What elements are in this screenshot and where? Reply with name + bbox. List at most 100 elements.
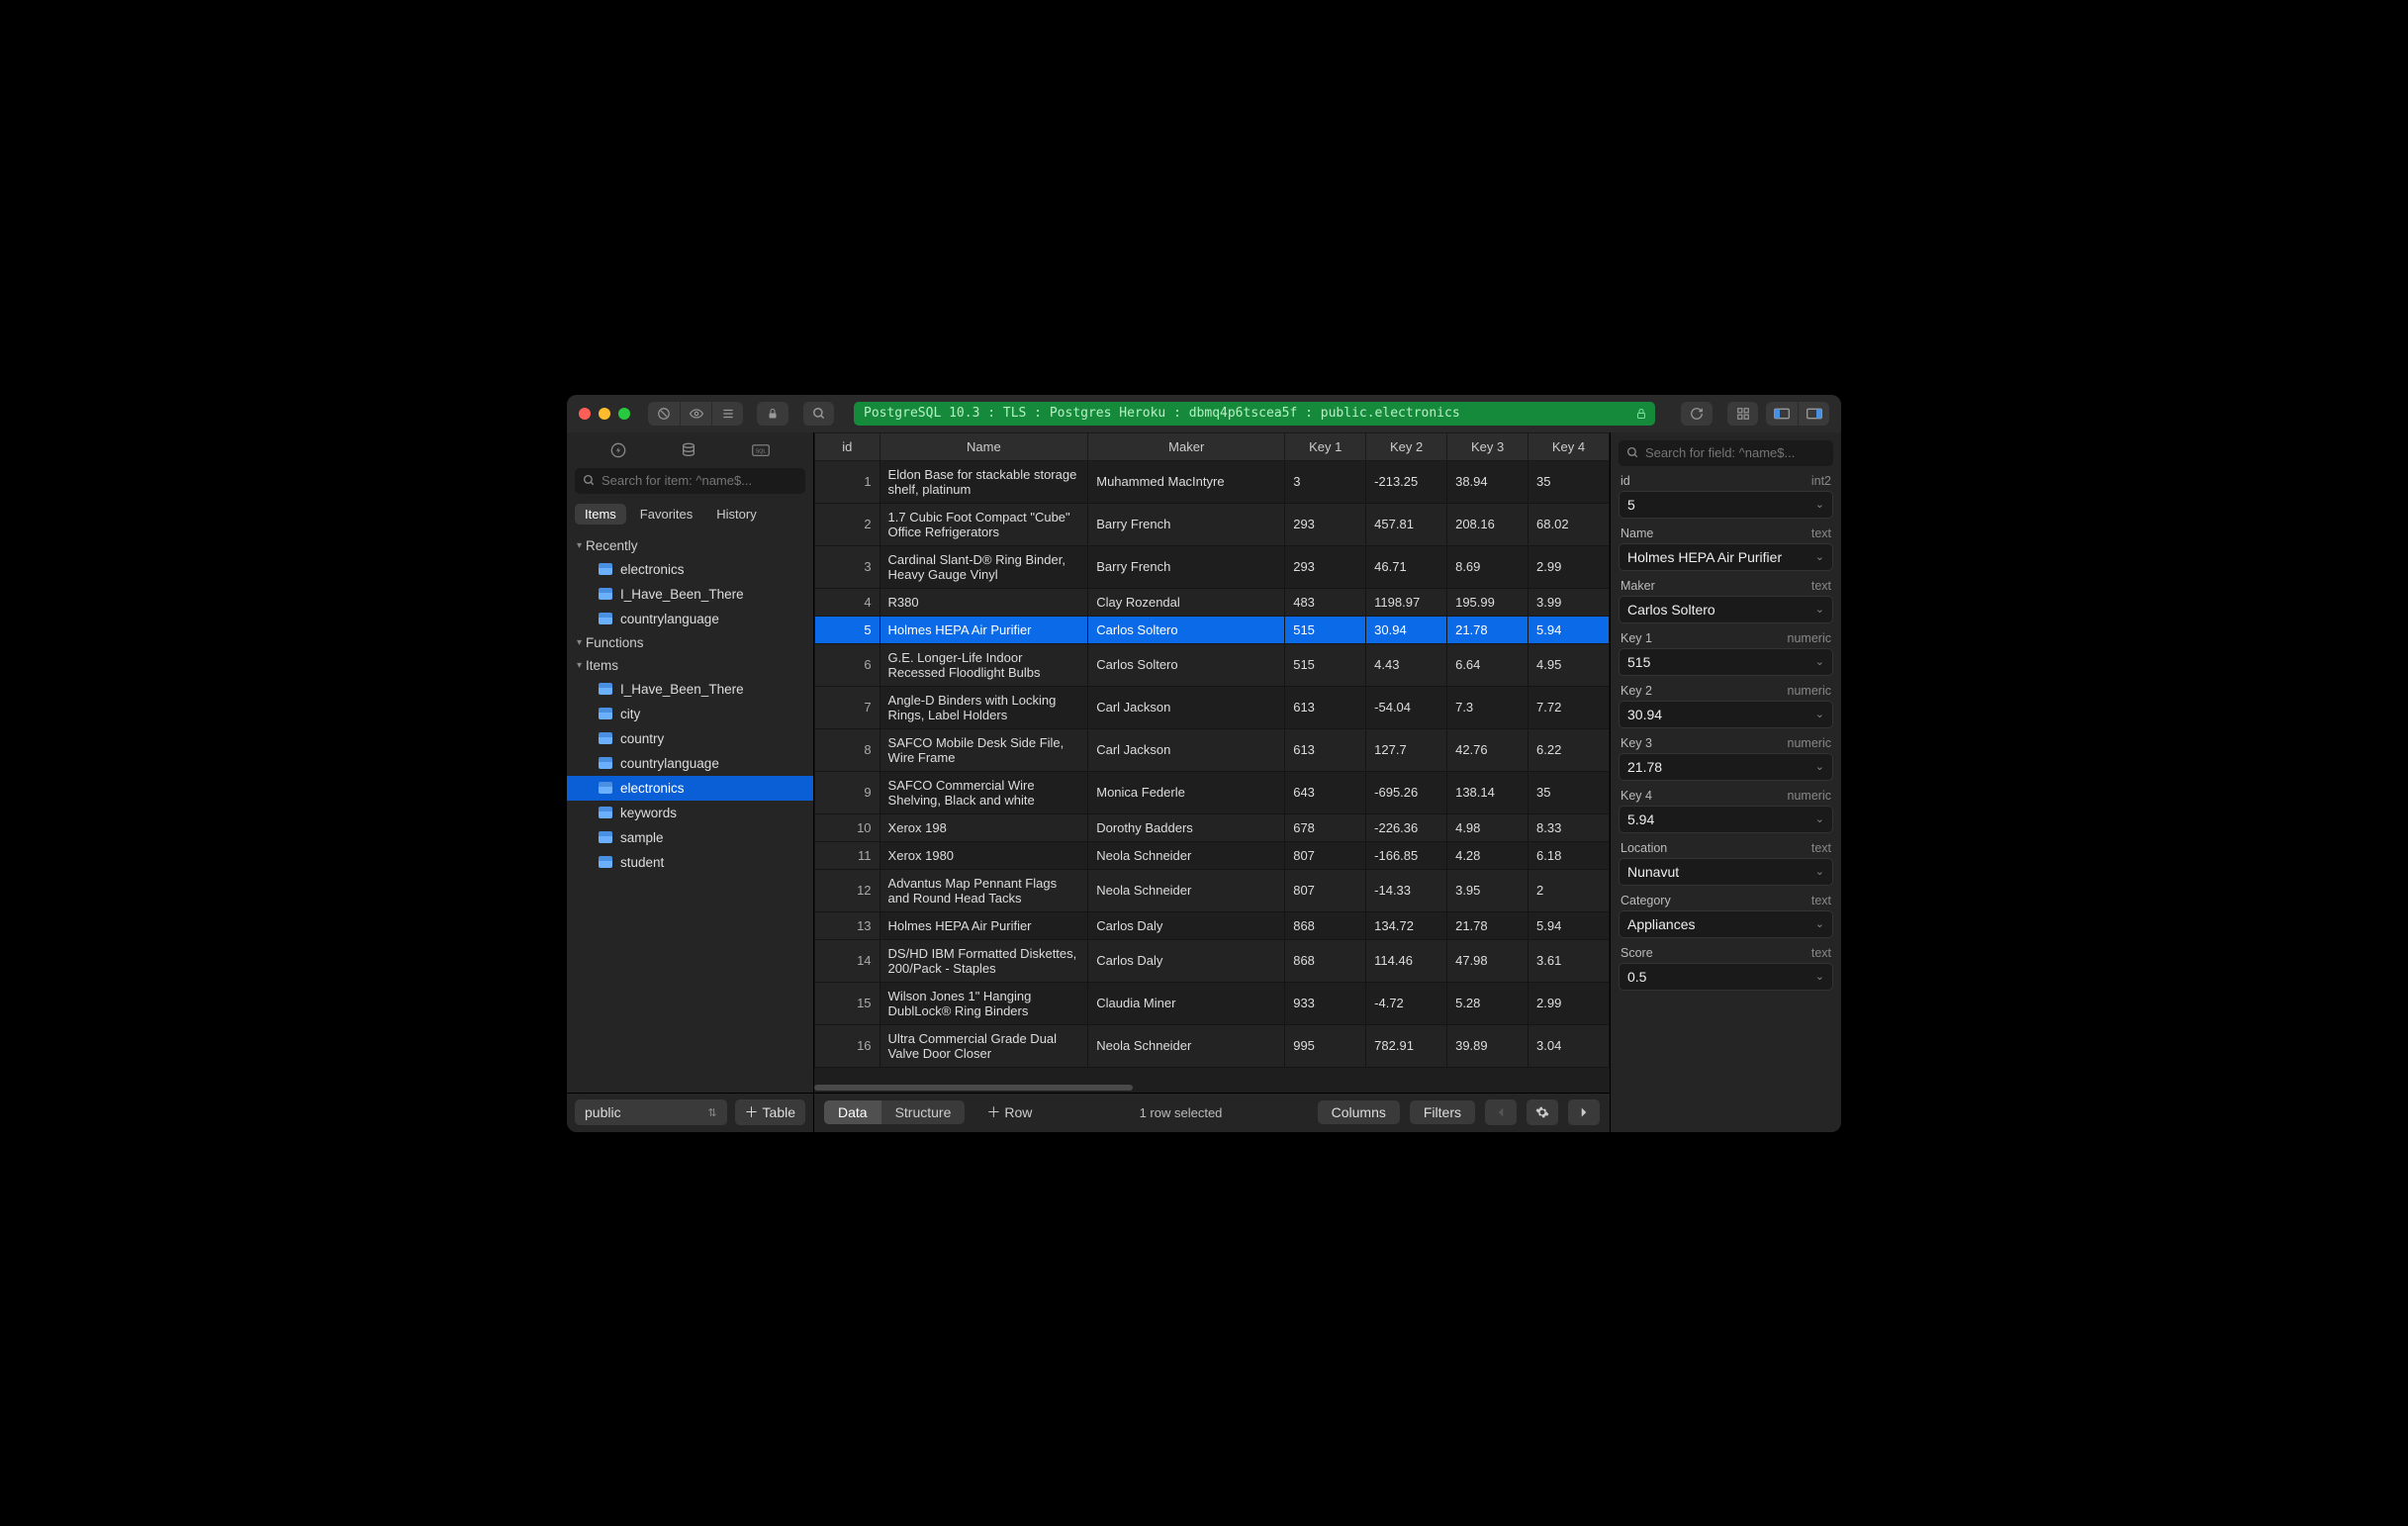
cell[interactable]: Ultra Commercial Grade Dual Valve Door C… (880, 1024, 1088, 1067)
cell[interactable]: Cardinal Slant-D® Ring Binder, Heavy Gau… (880, 545, 1088, 588)
inspector-search[interactable] (1619, 440, 1833, 466)
cell[interactable]: G.E. Longer-Life Indoor Recessed Floodli… (880, 643, 1088, 686)
cell[interactable]: 12 (815, 869, 880, 911)
columns-button[interactable]: Columns (1318, 1100, 1400, 1124)
cell[interactable]: 807 (1285, 841, 1366, 869)
table-row[interactable]: 5Holmes HEPA Air PurifierCarlos Soltero5… (815, 616, 1610, 643)
cell[interactable]: 8 (815, 728, 880, 771)
column-header-key-4[interactable]: Key 4 (1528, 432, 1610, 460)
gear-button[interactable] (1527, 1099, 1558, 1125)
table-row[interactable]: 6G.E. Longer-Life Indoor Recessed Floodl… (815, 643, 1610, 686)
column-header-key-1[interactable]: Key 1 (1285, 432, 1366, 460)
cell[interactable]: Advantus Map Pennant Flags and Round Hea… (880, 869, 1088, 911)
cell[interactable]: 8.69 (1447, 545, 1528, 588)
inspector-search-input[interactable] (1645, 445, 1825, 460)
cell[interactable]: 208.16 (1447, 503, 1528, 545)
cell[interactable]: 38.94 (1447, 460, 1528, 503)
cell[interactable]: 3.61 (1528, 939, 1610, 982)
table-row[interactable]: 16Ultra Commercial Grade Dual Valve Door… (815, 1024, 1610, 1067)
cell[interactable]: 4.28 (1447, 841, 1528, 869)
tree-item-countrylanguage[interactable]: countrylanguage (567, 607, 813, 631)
column-header-id[interactable]: id (815, 432, 880, 460)
cell[interactable]: 6.22 (1528, 728, 1610, 771)
cell[interactable]: 4.95 (1528, 643, 1610, 686)
next-button[interactable] (1568, 1099, 1600, 1125)
cell[interactable]: 9 (815, 771, 880, 813)
table-row[interactable]: 8SAFCO Mobile Desk Side File, Wire Frame… (815, 728, 1610, 771)
filters-button[interactable]: Filters (1410, 1100, 1475, 1124)
cell[interactable]: 2 (815, 503, 880, 545)
cell[interactable]: 3.95 (1447, 869, 1528, 911)
cell[interactable]: Eldon Base for stackable storage shelf, … (880, 460, 1088, 503)
cell[interactable]: Carl Jackson (1088, 728, 1285, 771)
cell[interactable]: 782.91 (1366, 1024, 1447, 1067)
zoom-window-button[interactable] (618, 408, 630, 420)
refresh-button[interactable] (1681, 402, 1713, 426)
lock-button[interactable] (757, 402, 788, 426)
tree-group-functions[interactable]: Functions (567, 631, 813, 654)
cell[interactable]: -226.36 (1366, 813, 1447, 841)
cell[interactable]: Claudia Miner (1088, 982, 1285, 1024)
cell[interactable]: Xerox 1980 (880, 841, 1088, 869)
cell[interactable]: 6.18 (1528, 841, 1610, 869)
cell[interactable]: 3.04 (1528, 1024, 1610, 1067)
cell[interactable]: 995 (1285, 1024, 1366, 1067)
cell[interactable]: 4.43 (1366, 643, 1447, 686)
add-row-button[interactable]: ＋ Row (974, 1098, 1044, 1126)
tree-item-city[interactable]: city (567, 702, 813, 726)
schema-selector[interactable]: public ⇅ (575, 1099, 727, 1125)
cell[interactable]: 5.94 (1528, 911, 1610, 939)
sidebar-tab-history[interactable]: History (706, 504, 766, 525)
field-input[interactable]: Nunavut⌄ (1619, 858, 1833, 886)
table-row[interactable]: 9SAFCO Commercial Wire Shelving, Black a… (815, 771, 1610, 813)
cell[interactable]: 3 (1285, 460, 1366, 503)
cell[interactable]: -54.04 (1366, 686, 1447, 728)
cell[interactable]: 35 (1528, 460, 1610, 503)
cell[interactable]: 6.64 (1447, 643, 1528, 686)
cell[interactable]: Carlos Daly (1088, 911, 1285, 939)
cell[interactable]: 515 (1285, 616, 1366, 643)
scrollbar-thumb[interactable] (814, 1085, 1133, 1091)
cell[interactable]: Muhammed MacIntyre (1088, 460, 1285, 503)
cell[interactable]: 39.89 (1447, 1024, 1528, 1067)
database-icon[interactable] (681, 442, 696, 458)
cell[interactable]: 293 (1285, 503, 1366, 545)
cell[interactable]: 933 (1285, 982, 1366, 1024)
toggle-right-panel-button[interactable] (1798, 402, 1829, 426)
field-input[interactable]: 30.94⌄ (1619, 701, 1833, 728)
cell[interactable]: Carlos Soltero (1088, 616, 1285, 643)
sidebar-search[interactable] (575, 468, 805, 494)
cell[interactable]: 483 (1285, 588, 1366, 616)
table-row[interactable]: 4R380Clay Rozendal4831198.97195.993.99 (815, 588, 1610, 616)
cell[interactable]: 2 (1528, 869, 1610, 911)
column-header-name[interactable]: Name (880, 432, 1088, 460)
tree-item-electronics[interactable]: electronics (567, 557, 813, 582)
cell[interactable]: 42.76 (1447, 728, 1528, 771)
cell[interactable]: 515 (1285, 643, 1366, 686)
field-input[interactable]: 5.94⌄ (1619, 806, 1833, 833)
cell[interactable]: 14 (815, 939, 880, 982)
column-header-key-2[interactable]: Key 2 (1366, 432, 1447, 460)
cell[interactable]: 134.72 (1366, 911, 1447, 939)
table-row[interactable]: 10Xerox 198Dorothy Badders678-226.364.98… (815, 813, 1610, 841)
table-row[interactable]: 14DS/HD IBM Formatted Diskettes, 200/Pac… (815, 939, 1610, 982)
cell[interactable]: 127.7 (1366, 728, 1447, 771)
cell[interactable]: 21.78 (1447, 616, 1528, 643)
cell[interactable]: Xerox 198 (880, 813, 1088, 841)
cell[interactable]: Angle-D Binders with Locking Rings, Labe… (880, 686, 1088, 728)
tree-item-i_have_been_there[interactable]: I_Have_Been_There (567, 677, 813, 702)
cell[interactable]: 678 (1285, 813, 1366, 841)
cell[interactable]: 16 (815, 1024, 880, 1067)
cell[interactable]: 5.28 (1447, 982, 1528, 1024)
cell[interactable]: 807 (1285, 869, 1366, 911)
cell[interactable]: 10 (815, 813, 880, 841)
sidebar-search-input[interactable] (602, 473, 797, 488)
cell[interactable]: 868 (1285, 911, 1366, 939)
cell[interactable]: Holmes HEPA Air Purifier (880, 616, 1088, 643)
list-button[interactable] (711, 402, 743, 426)
mode-tab-data[interactable]: Data (824, 1100, 881, 1124)
cell[interactable]: 1198.97 (1366, 588, 1447, 616)
add-table-button[interactable]: ＋ Table (735, 1099, 805, 1125)
data-grid-wrap[interactable]: idNameMakerKey 1Key 2Key 3Key 4 1Eldon B… (814, 432, 1610, 1083)
cell[interactable]: 293 (1285, 545, 1366, 588)
